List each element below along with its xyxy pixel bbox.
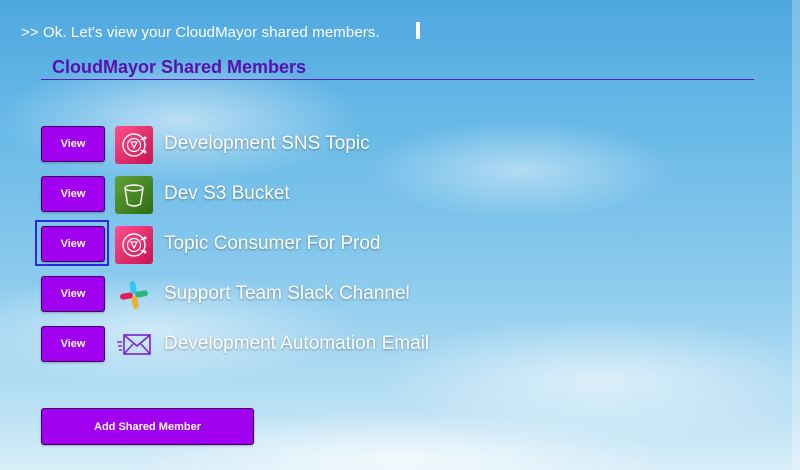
scrollbar[interactable] (792, 0, 800, 470)
view-button[interactable]: View (41, 176, 105, 212)
list-item: View Topic Consumer For Prod (35, 220, 521, 266)
member-name: Dev S3 Bucket (164, 183, 290, 204)
member-name: Development SNS Topic (164, 133, 370, 154)
chat-prompt-text: >> Ok. Let's view your CloudMayor shared… (21, 24, 380, 41)
member-name: Topic Consumer For Prod (164, 233, 381, 254)
list-item: View Development SNS Topic (41, 126, 521, 164)
list-item: View Dev S3 Bucket (41, 176, 521, 214)
list-item: View Development Automation Email (41, 326, 521, 362)
list-item: View Support Team Slack Channel (41, 276, 521, 312)
add-shared-member-button[interactable]: Add Shared Member (41, 408, 254, 445)
sns-topic-icon (115, 126, 153, 164)
s3-bucket-icon (115, 176, 153, 214)
sns-topic-icon (115, 226, 153, 264)
view-button[interactable]: View (41, 276, 105, 312)
page-title: CloudMayor Shared Members (52, 57, 307, 77)
slack-icon (115, 276, 153, 314)
view-button[interactable]: View (41, 126, 105, 162)
email-icon (115, 326, 153, 364)
title-divider (41, 79, 754, 80)
member-name: Development Automation Email (164, 333, 430, 354)
member-name: Support Team Slack Channel (164, 283, 410, 304)
view-button[interactable]: View (41, 226, 105, 262)
view-button[interactable]: View (41, 326, 105, 362)
text-cursor (416, 22, 420, 39)
